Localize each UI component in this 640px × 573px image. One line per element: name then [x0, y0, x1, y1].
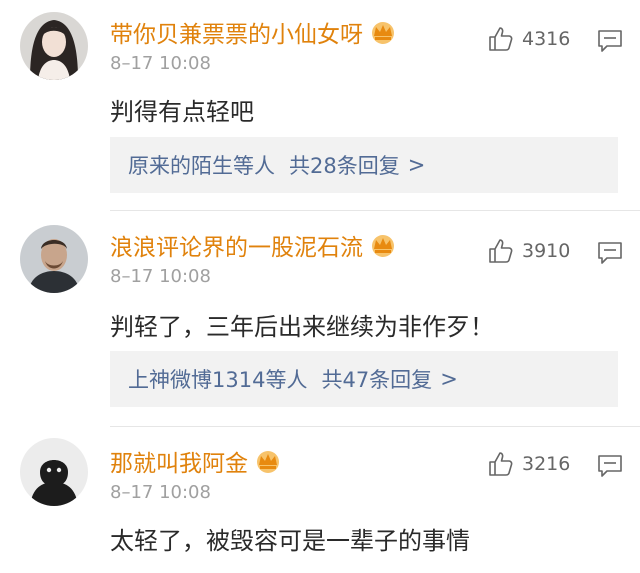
- timestamp: 8–17 10:08: [110, 482, 211, 503]
- like-count: 3910: [522, 240, 571, 262]
- username[interactable]: 带你贝兼票票的小仙女呀: [110, 15, 363, 49]
- comment-list: 带你贝兼票票的小仙女呀 8–17 10:08 判得有点轻吧 原来的陌生等人 共2…: [0, 0, 640, 573]
- comment-bubble-icon[interactable]: [597, 28, 623, 54]
- avatar[interactable]: [20, 12, 88, 80]
- chevron-right-icon: >: [407, 153, 426, 177]
- timestamp: 8–17 10:08: [110, 266, 211, 287]
- vip-crown-icon: [254, 448, 282, 474]
- like-button[interactable]: 3216: [488, 451, 570, 477]
- comment-item: 那就叫我阿金 8–17 10:08 太轻了，被毁容可是一辈子的事情 3216: [0, 427, 640, 573]
- female-avatar-icon: [20, 12, 88, 80]
- male-avatar-icon: [20, 225, 88, 293]
- comment-text: 判得有点轻吧: [110, 98, 254, 126]
- vip-crown-icon: [369, 19, 397, 45]
- thumbs-up-icon: [489, 452, 513, 476]
- comment-bubble-icon[interactable]: [597, 240, 623, 266]
- comment-item: 带你贝兼票票的小仙女呀 8–17 10:08 判得有点轻吧 原来的陌生等人 共2…: [0, 0, 640, 211]
- timestamp: 8–17 10:08: [110, 53, 211, 74]
- comment-text: 判轻了，三年后出来继续为非作歹！: [110, 313, 494, 341]
- hooded-figure-avatar-icon: [20, 438, 88, 506]
- comment-item: 浪浪评论界的一股泥石流 8–17 10:08 判轻了，三年后出来继续为非作歹！ …: [0, 211, 640, 427]
- view-replies-link[interactable]: 原来的陌生等人 共28条回复 >: [110, 137, 618, 193]
- view-replies-link[interactable]: 上神微博1314等人 共47条回复 >: [110, 351, 618, 407]
- replies-users: 原来的陌生等人: [128, 154, 275, 178]
- avatar[interactable]: [20, 225, 88, 293]
- like-count: 3216: [522, 453, 571, 475]
- username[interactable]: 浪浪评论界的一股泥石流: [110, 228, 363, 262]
- thumbs-up-icon: [489, 27, 513, 51]
- like-count: 4316: [522, 28, 571, 50]
- avatar[interactable]: [20, 438, 88, 506]
- replies-count: 共47条回复: [321, 368, 433, 392]
- comment-text: 太轻了，被毁容可是一辈子的事情: [110, 527, 470, 555]
- comment-bubble-icon[interactable]: [597, 453, 623, 479]
- vip-crown-icon: [369, 232, 397, 258]
- username-row: 带你贝兼票票的小仙女呀: [110, 14, 397, 50]
- like-button[interactable]: 4316: [488, 26, 570, 52]
- replies-count: 共28条回复: [289, 154, 400, 178]
- username-row: 浪浪评论界的一股泥石流: [110, 227, 397, 263]
- like-button[interactable]: 3910: [488, 238, 570, 264]
- username[interactable]: 那就叫我阿金: [110, 444, 248, 478]
- replies-users: 上神微博1314等人: [128, 368, 308, 392]
- chevron-right-icon: >: [440, 367, 458, 391]
- username-row: 那就叫我阿金: [110, 443, 282, 479]
- thumbs-up-icon: [489, 239, 513, 263]
